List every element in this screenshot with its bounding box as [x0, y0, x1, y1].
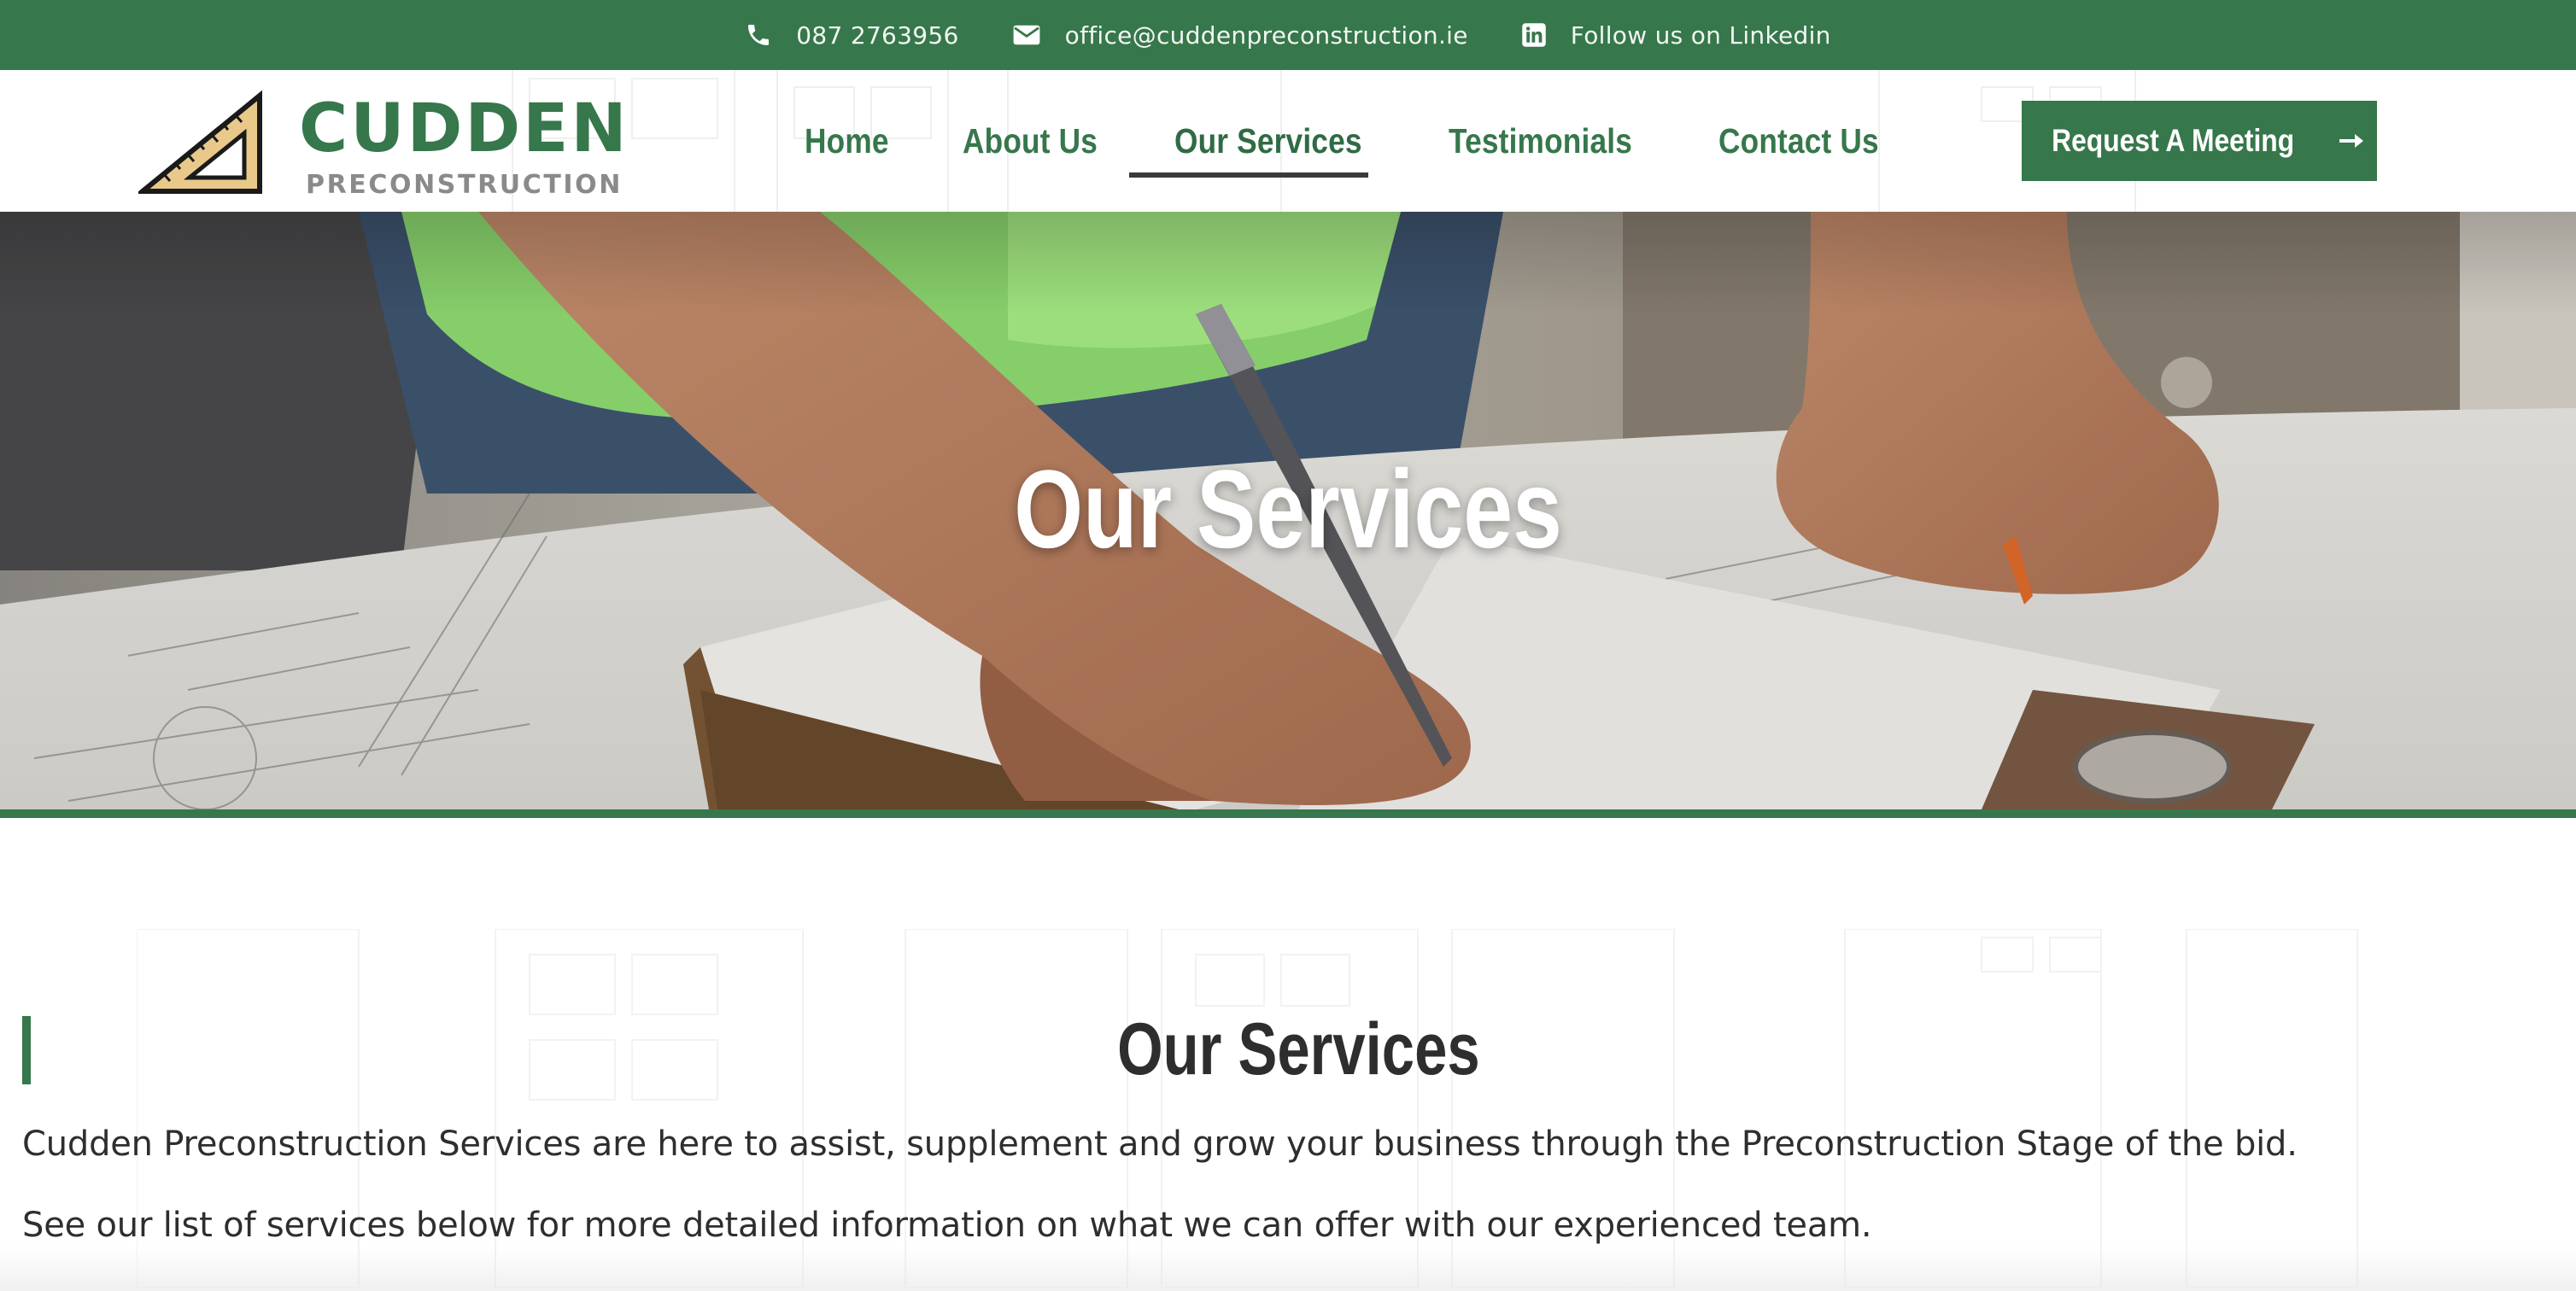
nav-contact-us[interactable]: Contact Us — [1718, 121, 1879, 161]
intro-paragraph: See our list of services below for more … — [22, 1206, 1872, 1245]
linkedin-icon — [1522, 23, 1546, 47]
email-address: office@cuddenpreconstruction.ie — [1064, 20, 1468, 50]
hero-title-text: Our Services — [1014, 447, 1562, 571]
nav-our-services[interactable]: Our Services — [1174, 121, 1362, 161]
main-nav: Home About Us Our Services Testimonials … — [805, 70, 1973, 212]
request-meeting-button[interactable]: Request A Meeting — [2022, 101, 2377, 181]
section-shadow — [0, 1245, 2576, 1291]
site-logo[interactable]: CUDDEN PRECONSTRUCTION — [138, 89, 627, 200]
hero-title: Our Services — [0, 453, 2576, 564]
arrow-right-icon — [2339, 134, 2364, 148]
phone-icon — [748, 25, 770, 45]
active-nav-indicator — [1129, 172, 1368, 178]
intro-paragraph: Cudden Preconstruction Services are here… — [22, 1125, 2298, 1164]
hero-banner: Our Services — [0, 212, 2576, 809]
nav-about-us[interactable]: About Us — [963, 121, 1098, 161]
hero-bottom-stripe — [0, 809, 2576, 818]
top-contact-bar: 087 2763956 office@cuddenpreconstruction… — [0, 0, 2576, 70]
section-title-text: Our Services — [1116, 1008, 1480, 1090]
envelope-icon — [1013, 25, 1040, 45]
services-intro-section: Our Services Cudden Preconstruction Serv… — [0, 818, 2576, 1291]
request-meeting-label: Request A Meeting — [2051, 123, 2295, 158]
section-title: Our Services — [0, 1013, 2576, 1086]
site-header: CUDDEN PRECONSTRUCTION Home About Us Our… — [0, 70, 2576, 212]
phone-number: 087 2763956 — [796, 20, 959, 50]
linkedin-text: Follow us on Linkedin — [1570, 20, 1831, 50]
logo-name: CUDDEN — [299, 91, 629, 167]
email-contact[interactable]: office@cuddenpreconstruction.ie — [1012, 21, 1468, 50]
set-square-icon — [138, 90, 262, 194]
nav-home[interactable]: Home — [805, 121, 889, 161]
nav-testimonials[interactable]: Testimonials — [1449, 121, 1632, 161]
logo-tagline: PRECONSTRUCTION — [306, 170, 623, 200]
linkedin-link[interactable]: Follow us on Linkedin — [1521, 21, 1831, 50]
phone-contact[interactable]: 087 2763956 — [745, 21, 958, 50]
